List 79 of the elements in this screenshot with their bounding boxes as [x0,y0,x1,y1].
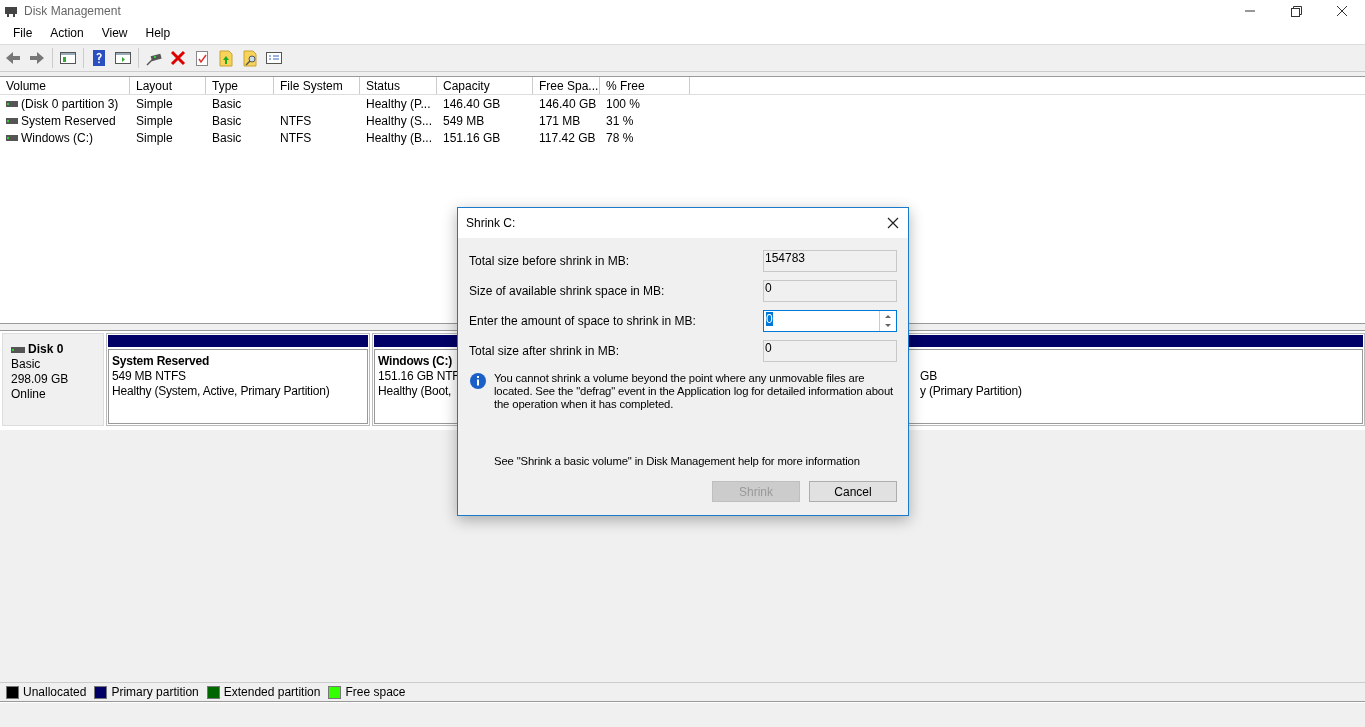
cancel-button[interactable]: Cancel [809,481,897,502]
partition-size: GB [920,369,937,384]
forward-arrow-icon[interactable] [28,49,46,67]
legend-label: Unallocated [23,685,87,699]
window-title: Disk Management [24,4,121,18]
disk-status: Online [11,387,47,402]
partition-name: System Reserved [112,354,210,369]
table-cell-text: Basic [211,130,243,145]
table-cell-text: Healthy (P... [365,96,432,111]
readonly-field: 0 [763,340,897,362]
table-cell: System Reserved [0,113,130,128]
menu-item[interactable]: View [92,26,137,40]
column-header[interactable]: Free Spa... [533,77,600,94]
partition-name: Windows (C:) [378,354,453,369]
disk-name: Disk 0 [28,342,64,357]
column-header[interactable]: Capacity [437,77,533,94]
table-cell-text: NTFS [279,130,313,145]
table-cell-text: 100 % [605,96,642,111]
column-header[interactable]: Volume [0,77,130,94]
back-arrow-icon[interactable] [4,49,22,67]
column-header[interactable]: % Free [600,77,690,94]
drive-icon [6,117,18,124]
partition-status: y (Primary Partition) [920,384,1022,399]
dialog-title: Shrink C: [466,216,517,230]
field-label: Size of available shrink space in MB: [469,284,666,298]
column-header[interactable]: Layout [130,77,206,94]
drive-icon [6,134,18,141]
help-icon[interactable] [90,49,108,67]
table-cell-text: Simple [135,113,174,128]
partition-block[interactable]: System Reserved 549 MB NTFS Healthy (System, Active, Primary Partition) [108,349,368,424]
properties-icon[interactable] [193,49,211,67]
help-text: See "Shrink a basic volume" in Disk Management help for more information [494,455,861,467]
table-cell-text: 78 % [605,130,635,145]
field-label: Total size before shrink in MB: [469,254,631,268]
column-header[interactable]: Type [206,77,274,94]
table-cell-text: 146.40 GB [442,96,502,111]
menu-item[interactable]: Help [136,26,180,40]
legend-label: Primary partition [111,685,199,699]
partition-status: Healthy (System, Active, Primary Partition) [112,384,330,399]
table-cell-text: 549 MB [442,113,486,128]
drive-icon [11,346,25,353]
checklist-icon[interactable] [265,49,283,67]
table-cell: (Disk 0 partition 3) [0,96,130,111]
table-cell-text: NTFS [279,113,313,128]
legend-label: Extended partition [223,685,321,699]
table-cell-text: Simple [135,130,174,145]
menu-item[interactable]: Action [41,26,93,40]
table-cell-text: 31 % [605,113,635,128]
action-pane-icon[interactable] [114,49,132,67]
table-cell-text: Healthy (S... [365,113,434,128]
table-cell-text: 117.42 GB [538,130,597,145]
column-header[interactable]: Status [360,77,437,94]
table-cell-text: 151.16 GB [442,130,502,145]
field-label: Enter the amount of space to shrink in MB: [469,314,697,328]
folder-up-icon[interactable] [217,49,235,67]
delete-icon[interactable] [169,49,187,67]
field-label: Total size after shrink in MB: [469,344,621,358]
table-cell-text: Healthy (B... [365,130,434,145]
folder-search-icon[interactable] [241,49,259,67]
app-icon [4,4,18,18]
shrink-amount-spinbox[interactable]: 0 [763,310,897,332]
legend-label: Free space [345,685,406,699]
table-cell-text: Basic [211,113,243,128]
table-cell: Windows (C:) [0,130,130,145]
readonly-field: 0 [763,280,897,302]
partition-status: Healthy (Boot, [378,384,452,399]
menu-item[interactable]: File [4,26,42,40]
partition-size: 549 MB NTFS [112,369,186,384]
console-tree-icon[interactable] [59,49,77,67]
column-header[interactable]: File System [274,77,360,94]
disk-type: Basic [11,357,42,372]
table-cell-text: 146.40 GB [538,96,598,111]
table-cell-text: 171 MB [538,113,582,128]
table-cell-text: Simple [135,96,174,111]
table-cell-text: Basic [211,96,243,111]
info-icon [469,372,487,390]
disk-size: 298.09 GB [11,372,70,387]
readonly-field: 154783 [763,250,897,272]
drive-icon [6,100,18,107]
